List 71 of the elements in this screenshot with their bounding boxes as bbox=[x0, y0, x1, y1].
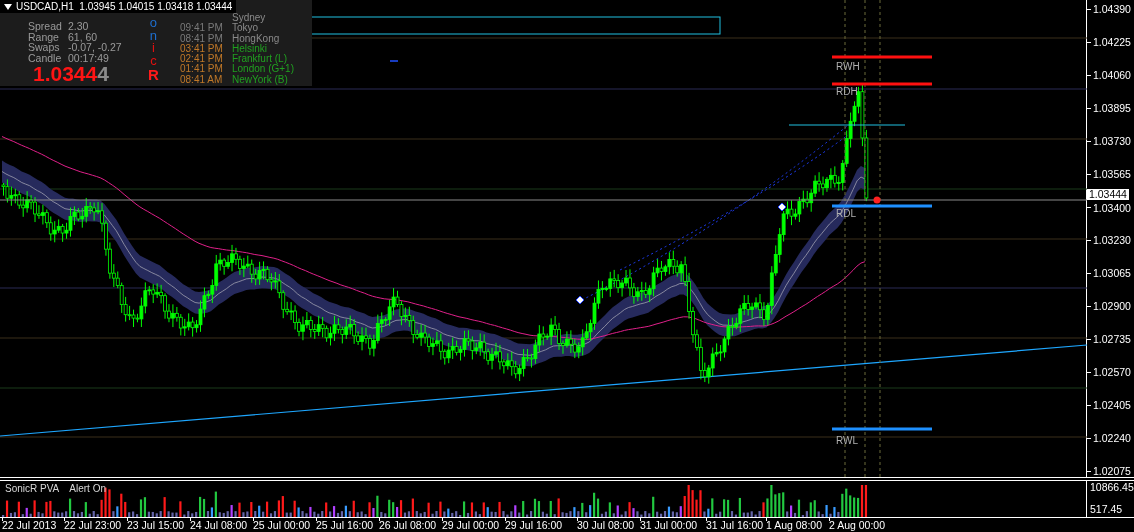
time-label: 25 Jul 16:00 bbox=[316, 519, 374, 531]
session-time: 09:41 PM bbox=[180, 23, 224, 34]
level-label: RDH bbox=[836, 86, 858, 97]
price-label: 1.03565 bbox=[1093, 169, 1131, 180]
session-time: 08:41 PM bbox=[180, 33, 224, 44]
session-city: London (G+1) bbox=[232, 64, 294, 75]
session-time: 01:41 PM bbox=[180, 64, 224, 75]
price-label: 1.03895 bbox=[1093, 103, 1131, 114]
current-price-label: 1.03444 bbox=[1087, 189, 1129, 200]
logo-letter: i bbox=[151, 42, 155, 55]
price-label: 1.02735 bbox=[1093, 334, 1131, 345]
price-label: 1.03065 bbox=[1093, 268, 1131, 279]
session-time: 08:41 AM bbox=[180, 74, 224, 86]
scale-label: 517.45 bbox=[1090, 504, 1123, 515]
alert-status: Alert On bbox=[69, 483, 106, 495]
logo-letter: c bbox=[150, 54, 157, 67]
logo-letter: R bbox=[148, 67, 159, 82]
time-label: 22 Jul 2013 bbox=[2, 519, 57, 531]
time-label: 2 Aug 00:00 bbox=[829, 519, 886, 531]
stat-label: Range bbox=[28, 31, 59, 42]
price-label: 1.03400 bbox=[1093, 203, 1131, 214]
dropdown-icon[interactable] bbox=[4, 3, 12, 10]
session-time: 03:41 PM bbox=[180, 43, 224, 54]
logo-letter: n bbox=[149, 29, 158, 42]
stat-label: Spread bbox=[28, 21, 63, 32]
time-label: 31 Jul 00:00 bbox=[640, 519, 698, 531]
price-label: 1.03230 bbox=[1093, 235, 1131, 246]
time-label: 26 Jul 08:00 bbox=[379, 519, 437, 531]
price-label: 1.04390 bbox=[1093, 4, 1131, 15]
current-price: 1.0344 bbox=[33, 63, 98, 84]
price-label: 1.02075 bbox=[1093, 466, 1131, 477]
stat-value: 61, 60 bbox=[68, 31, 99, 42]
time-label: 29 Jul 00:00 bbox=[442, 519, 500, 531]
session-city: HongKong bbox=[232, 33, 281, 44]
session-city: Helsinki bbox=[232, 43, 267, 54]
time-label: 29 Jul 16:00 bbox=[505, 519, 563, 531]
price-label: 1.03730 bbox=[1093, 136, 1131, 147]
session-city: Tokyo bbox=[232, 23, 259, 34]
time-label: 30 Jul 08:00 bbox=[577, 519, 635, 531]
stat-value: 2.30 bbox=[68, 21, 90, 32]
symbol-ohlc: USDCAD,H1 1.03945 1.04015 1.03418 1.03444 bbox=[16, 0, 233, 13]
time-label: 23 Jul 15:00 bbox=[127, 519, 185, 531]
indicator-name: SonicR PVA bbox=[5, 483, 60, 495]
price-label: 1.02570 bbox=[1093, 367, 1131, 378]
session-time: 02:41 PM bbox=[180, 54, 224, 65]
session-city: Sydney bbox=[232, 13, 267, 24]
price-last-digit: 4 bbox=[97, 63, 109, 84]
stat-label: Swaps bbox=[28, 42, 60, 53]
level-label: RDL bbox=[836, 208, 856, 219]
logo-letter: o bbox=[149, 17, 158, 30]
dash-mark bbox=[389, 60, 399, 62]
time-label: 24 Jul 08:00 bbox=[190, 519, 248, 531]
session-city: Frankfurt (L) bbox=[232, 54, 288, 65]
signal-marker-icon bbox=[777, 202, 787, 212]
time-label: 31 Jul 16:00 bbox=[706, 519, 764, 531]
scale-label: 10866.45 bbox=[1090, 482, 1134, 493]
signal-marker-icon bbox=[575, 295, 585, 305]
stat-value: 00:17:49 bbox=[68, 52, 110, 63]
level-label: RWH bbox=[836, 61, 860, 72]
price-label: 1.04225 bbox=[1093, 37, 1131, 48]
time-label: 1 Aug 08:00 bbox=[766, 519, 823, 531]
time-label: 22 Jul 23:00 bbox=[64, 519, 122, 531]
time-label: 25 Jul 00:00 bbox=[253, 519, 311, 531]
level-label: RWL bbox=[836, 435, 859, 446]
price-dot bbox=[873, 196, 881, 204]
session-city: NewYork (B) bbox=[232, 74, 288, 86]
price-label: 1.02405 bbox=[1093, 400, 1131, 411]
stat-value: -0.07, -0.27 bbox=[68, 42, 122, 53]
price-label: 1.02900 bbox=[1093, 301, 1131, 312]
price-label: 1.02240 bbox=[1093, 433, 1131, 444]
price-label: 1.04060 bbox=[1093, 70, 1131, 81]
